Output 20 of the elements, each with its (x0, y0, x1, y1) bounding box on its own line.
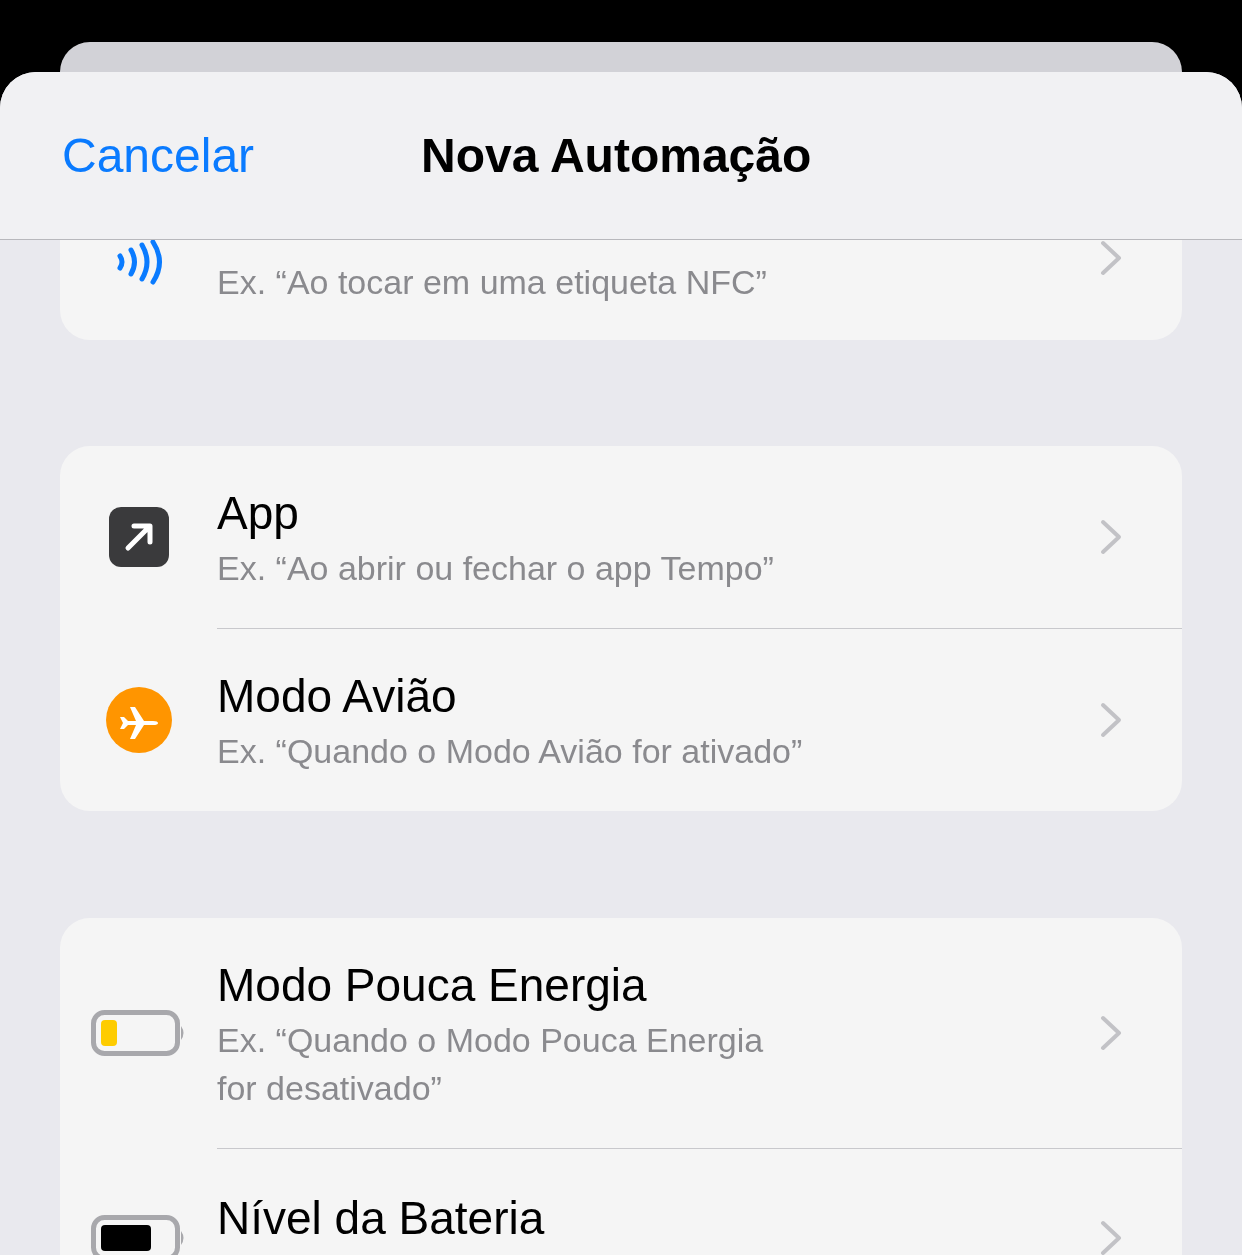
row-subtitle: Ex. “Quando o Modo Pouca Energia for desativado” (217, 1020, 765, 1109)
cancel-button[interactable]: Cancelar (62, 127, 255, 184)
row-title: Modo Avião (217, 669, 458, 724)
arrow-square-icon (108, 507, 169, 567)
chevron-icon (1100, 702, 1122, 738)
list-row[interactable]: Modo Avião Ex. “Quando o Modo Avião for ativado” (217, 628, 1182, 811)
list-row[interactable]: App Ex. “Ao abrir ou fechar o app Tempo” (217, 446, 1182, 628)
row-subtitle: Ex. “Ao tocar em uma etiqueta NFC” (217, 262, 768, 303)
chevron-icon (1100, 1015, 1122, 1051)
airplane-icon (105, 687, 172, 753)
row-title: Modo Pouca Energia (217, 958, 648, 1013)
row-title: App (217, 486, 300, 541)
list-row[interactable]: Modo Pouca Energia Ex. “Quando o Modo Pouca Energia for desativado” (217, 918, 1182, 1148)
chevron-icon (1100, 1220, 1122, 1255)
row-title: Nível da Bateria (217, 1191, 546, 1246)
row-subtitle: Ex. “Quando o Modo Avião for ativado” (217, 731, 804, 772)
screen-title: Nova Automação (421, 128, 812, 184)
list-row[interactable]: Nível da Bateria (217, 1148, 1182, 1255)
row-subtitle: Ex. “Ao abrir ou fechar o app Tempo” (217, 548, 775, 589)
chevron-icon (1100, 519, 1122, 555)
